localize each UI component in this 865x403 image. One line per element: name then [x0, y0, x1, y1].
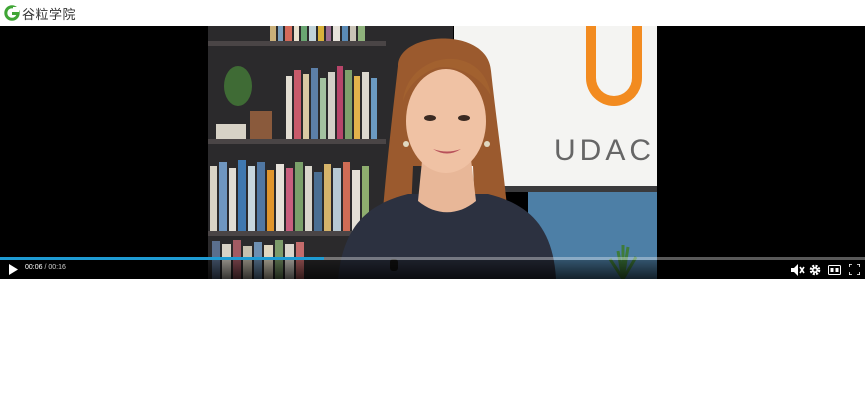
- current-time: 00:06: [25, 264, 43, 271]
- logo-text: 谷粒学院: [22, 7, 77, 23]
- video-player[interactable]: UDAC 00:06 / 00:16: [0, 26, 865, 279]
- captions-button[interactable]: [826, 262, 842, 277]
- play-icon: [9, 264, 18, 275]
- captions-icon: [827, 264, 841, 275]
- fullscreen-button[interactable]: [846, 262, 862, 277]
- page-header: 谷粒学院: [0, 0, 865, 26]
- duration: 00:16: [48, 264, 66, 271]
- video-frame[interactable]: UDAC: [208, 26, 657, 279]
- fullscreen-icon: [848, 264, 860, 275]
- volume-button[interactable]: [790, 262, 806, 277]
- gear-icon: [809, 264, 821, 275]
- volume-muted-icon: [791, 263, 805, 276]
- presenter: [338, 38, 556, 279]
- logo-g-icon: [4, 5, 20, 21]
- player-controls: 00:06 / 00:16: [0, 260, 865, 279]
- site-logo[interactable]: 谷粒学院: [4, 4, 77, 23]
- settings-button[interactable]: [807, 262, 823, 277]
- time-display: 00:06 / 00:16: [25, 264, 66, 271]
- play-button[interactable]: [6, 262, 20, 277]
